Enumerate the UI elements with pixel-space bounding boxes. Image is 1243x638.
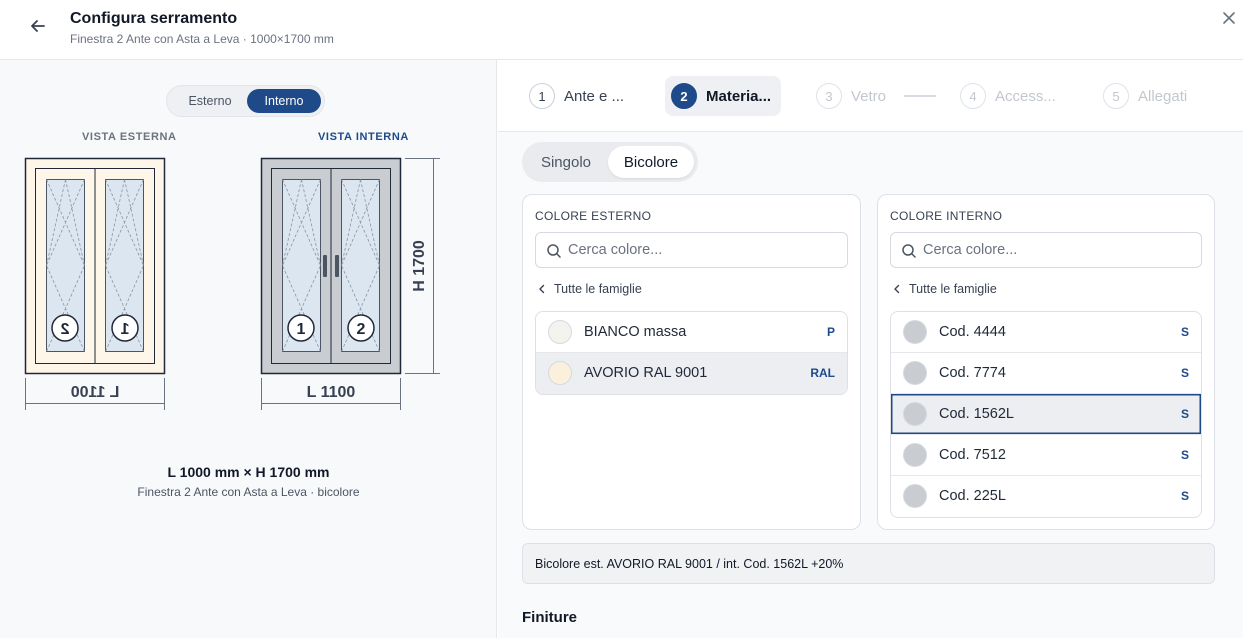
step-5-number: 5 <box>1103 83 1129 109</box>
internal-search-input[interactable] <box>923 239 1183 261</box>
internal-color-list: Cod. 4444 S Cod. 7774 S Cod. 1562L S Cod… <box>890 311 1202 518</box>
external-all-families-link[interactable]: Tutte le famiglie <box>537 282 642 296</box>
color-badge: S <box>1180 448 1189 462</box>
color-summary: Bicolore est. AVORIO RAL 9001 / int. Cod… <box>522 543 1215 584</box>
handle-left <box>323 255 327 277</box>
color-name: Cod. 7512 <box>939 447 1006 463</box>
color-name: Cod. 225L <box>939 488 1006 504</box>
internal-view-label: VISTA INTERNA <box>318 131 409 143</box>
window-drawing: 2 1 L 1100 1 2 L 1100 H 1700 <box>24 157 440 410</box>
step-1-label: Ante e ... <box>564 87 625 105</box>
step-2-label: Materia... <box>706 87 772 105</box>
ext-sash-number-2: 2 <box>60 321 69 338</box>
color-swatch <box>548 361 572 385</box>
handle-right <box>335 255 339 277</box>
color-name: BIANCO massa <box>584 324 687 340</box>
dimensions-summary: L 1000 mm × H 1700 mm <box>167 464 330 480</box>
preview-panel: Esterno Interno VISTA ESTERNA VISTA INTE… <box>0 60 497 638</box>
int-sash-number-2: 2 <box>357 321 366 338</box>
step-4-number: 4 <box>960 83 986 109</box>
page-title: Configura serramento <box>70 10 238 27</box>
list-item[interactable]: Cod. 4444 S <box>891 312 1201 353</box>
color-swatch <box>903 443 927 467</box>
color-swatch <box>903 402 927 426</box>
ext-sash-number-1: 1 <box>120 321 129 338</box>
list-item-selected[interactable]: Cod. 1562L S <box>891 394 1201 435</box>
color-name: AVORIO RAL 9001 <box>584 365 708 381</box>
step-2[interactable]: 2 Materia... <box>665 76 782 116</box>
color-badge: S <box>1180 325 1189 339</box>
list-item[interactable]: BIANCO massa P <box>536 312 847 353</box>
external-color-list: BIANCO massa P AVORIO RAL 9001 RAL <box>535 311 848 395</box>
internal-color-title: COLORE INTERNO <box>890 209 1003 223</box>
view-toggle: Esterno Interno <box>166 85 325 117</box>
mode-bicolore[interactable]: Bicolore <box>608 146 694 178</box>
back-arrow-icon[interactable] <box>28 16 48 36</box>
step-1[interactable]: 1 Ante e ... <box>529 76 624 116</box>
step-5-label: Allegati <box>1138 87 1188 105</box>
stepper: 1 Ante e ... 2 Materia... 3 Vetro 4 Acce… <box>498 60 1243 132</box>
toggle-esterno[interactable]: Esterno <box>173 89 247 113</box>
step-3-number: 3 <box>816 83 842 109</box>
section-title-finiture: Finiture <box>522 609 577 626</box>
external-search <box>535 232 848 268</box>
chevron-left-icon <box>894 284 900 294</box>
mode-singolo[interactable]: Singolo <box>526 146 606 178</box>
color-name: Cod. 7774 <box>939 365 1006 381</box>
chevron-left-icon <box>539 284 545 294</box>
step-4-label: Access... <box>995 87 1056 105</box>
search-icon <box>547 244 561 258</box>
int-width-label: L 1100 <box>307 384 356 401</box>
ext-width-label: L 1100 <box>71 384 120 401</box>
external-color-card: COLORE ESTERNO Tutte le famiglie BIANCO … <box>522 194 861 530</box>
external-color-title: COLORE ESTERNO <box>535 209 652 223</box>
color-swatch <box>548 320 572 344</box>
step-connector <box>904 95 936 97</box>
color-badge: S <box>1180 407 1189 421</box>
list-item[interactable]: Cod. 7774 S <box>891 353 1201 394</box>
external-all-families-label: Tutte le famiglie <box>554 282 642 296</box>
internal-all-families-link[interactable]: Tutte le famiglie <box>892 282 997 296</box>
internal-window: 1 2 L 1100 H 1700 <box>260 157 440 410</box>
external-view-label: VISTA ESTERNA <box>82 131 177 143</box>
external-search-input[interactable] <box>568 239 828 261</box>
height-label: H 1700 <box>411 240 428 292</box>
external-window: 2 1 L 1100 <box>24 157 166 410</box>
header: Configura serramento Finestra 2 Ante con… <box>0 0 1243 60</box>
color-badge: S <box>1180 489 1189 503</box>
config-panel: 1 Ante e ... 2 Materia... 3 Vetro 4 Acce… <box>498 60 1243 638</box>
toggle-interno[interactable]: Interno <box>247 89 321 113</box>
color-name: Cod. 4444 <box>939 324 1006 340</box>
internal-search <box>890 232 1202 268</box>
window-description: Finestra 2 Ante con Asta a Leva · bicolo… <box>137 485 360 499</box>
color-badge: P <box>826 325 835 339</box>
step-3[interactable]: 3 Vetro <box>816 76 886 116</box>
internal-all-families-label: Tutte le famiglie <box>909 282 997 296</box>
step-4[interactable]: 4 Access... <box>960 76 1056 116</box>
list-item[interactable]: AVORIO RAL 9001 RAL <box>536 353 847 394</box>
color-swatch <box>903 320 927 344</box>
int-sash-number-1: 1 <box>297 321 306 338</box>
step-1-number: 1 <box>529 83 555 109</box>
step-2-number: 2 <box>671 83 697 109</box>
color-badge: RAL <box>810 366 835 380</box>
color-swatch <box>903 484 927 508</box>
search-icon <box>902 244 916 258</box>
color-swatch <box>903 361 927 385</box>
step-3-label: Vetro <box>851 87 887 105</box>
step-5[interactable]: 5 Allegati <box>1103 76 1187 116</box>
internal-color-card: COLORE INTERNO Tutte le famiglie Cod. 44… <box>877 194 1215 530</box>
page-subtitle: Finestra 2 Ante con Asta a Leva · 1000×1… <box>70 32 334 46</box>
list-item[interactable]: Cod. 225L S <box>891 476 1201 517</box>
close-icon[interactable] <box>1221 10 1237 26</box>
color-mode-toggle: Singolo Bicolore <box>522 142 698 182</box>
list-item[interactable]: Cod. 7512 S <box>891 435 1201 476</box>
color-badge: S <box>1180 366 1189 380</box>
color-name: Cod. 1562L <box>939 406 1014 422</box>
